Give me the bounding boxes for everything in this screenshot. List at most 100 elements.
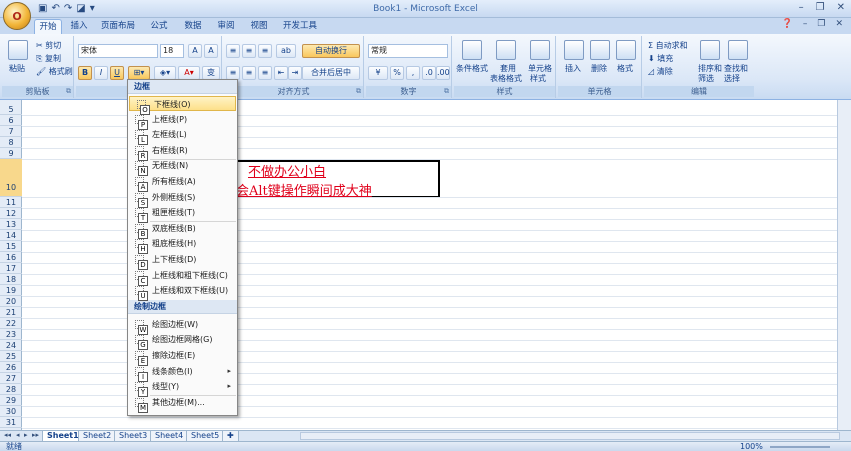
book-restore-icon[interactable]: ❐: [817, 19, 825, 29]
table-format-label2[interactable]: 表格格式: [490, 73, 522, 84]
conditional-format-icon[interactable]: [462, 40, 482, 60]
row-header[interactable]: 18: [0, 274, 22, 285]
shrink-font-button[interactable]: A: [204, 44, 218, 58]
increase-decimal-icon[interactable]: .0: [422, 66, 436, 80]
row-header[interactable]: 27: [0, 373, 22, 384]
underline-button[interactable]: U: [110, 66, 124, 80]
row-header[interactable]: 7: [0, 126, 22, 137]
office-button[interactable]: O: [3, 2, 31, 30]
row-header[interactable]: 8: [0, 137, 22, 148]
minimize-icon[interactable]: –: [799, 2, 804, 13]
tab-formulas[interactable]: 公式: [146, 19, 172, 34]
fill-button[interactable]: ⬇ 填充: [648, 53, 673, 64]
zoom-slider[interactable]: [770, 446, 830, 448]
copy-button[interactable]: ⎘ 复制: [36, 53, 61, 64]
tab-home[interactable]: 开始: [34, 19, 62, 34]
tab-view[interactable]: 视图: [246, 19, 272, 34]
row-header[interactable]: 24: [0, 340, 22, 351]
autosum-button[interactable]: Σ 自动求和: [648, 40, 688, 51]
row-header[interactable]: 11: [0, 197, 22, 208]
align-left-icon[interactable]: ≡: [226, 66, 240, 80]
grow-font-button[interactable]: A: [188, 44, 202, 58]
number-format-select[interactable]: 常规: [368, 44, 448, 58]
menu-item-w[interactable]: W 绘图边框(W): [128, 317, 237, 335]
percent-icon[interactable]: %: [390, 66, 404, 80]
row-header[interactable]: 10: [0, 159, 22, 197]
font-size-select[interactable]: 18: [160, 44, 184, 58]
last-sheet-icon[interactable]: ▸▸: [32, 431, 39, 439]
sort-filter-label2[interactable]: 筛选: [698, 73, 714, 84]
book-close-icon[interactable]: ✕: [835, 19, 843, 29]
row-header[interactable]: 13: [0, 219, 22, 230]
row-header[interactable]: 15: [0, 241, 22, 252]
alignment-dialog-launcher-icon[interactable]: ⧉: [356, 87, 361, 96]
row-header[interactable]: 6: [0, 115, 22, 126]
sort-filter-icon[interactable]: [700, 40, 720, 60]
format-cells-icon[interactable]: [616, 40, 636, 60]
italic-button[interactable]: I: [94, 66, 108, 80]
row-header[interactable]: 29: [0, 395, 22, 406]
cell-styles-icon[interactable]: [530, 40, 550, 60]
bold-button[interactable]: B: [78, 66, 92, 80]
row-header[interactable]: 5: [0, 104, 22, 115]
row-header[interactable]: 19: [0, 285, 22, 296]
row-header[interactable]: 17: [0, 263, 22, 274]
indent-decrease-icon[interactable]: ⇤: [274, 66, 288, 80]
paste-icon[interactable]: [8, 40, 28, 60]
next-sheet-icon[interactable]: ▸: [24, 431, 28, 439]
border-button[interactable]: ⊞▾: [128, 66, 150, 80]
horizontal-scrollbar[interactable]: [300, 432, 840, 440]
phonetic-button[interactable]: 变: [202, 66, 220, 80]
first-sheet-icon[interactable]: ◂◂: [4, 431, 11, 439]
row-header[interactable]: 16: [0, 252, 22, 263]
format-cells-button[interactable]: 格式: [617, 63, 633, 74]
align-middle-icon[interactable]: ≡: [242, 44, 256, 58]
row-header[interactable]: 26: [0, 362, 22, 373]
row-header[interactable]: 21: [0, 307, 22, 318]
tab-insert[interactable]: 插入: [66, 19, 92, 34]
row-header[interactable]: 30: [0, 406, 22, 417]
tab-data[interactable]: 数据: [180, 19, 206, 34]
align-center-icon[interactable]: ≡: [242, 66, 256, 80]
prev-sheet-icon[interactable]: ◂: [16, 431, 20, 439]
align-top-icon[interactable]: ≡: [226, 44, 240, 58]
find-select-label2[interactable]: 选择: [724, 73, 740, 84]
currency-icon[interactable]: ¥: [368, 66, 388, 80]
book-minimize-icon[interactable]: –: [803, 19, 808, 29]
decrease-decimal-icon[interactable]: .00: [436, 66, 450, 80]
indent-increase-icon[interactable]: ⇥: [288, 66, 302, 80]
tab-review[interactable]: 审阅: [213, 19, 239, 34]
row-header[interactable]: 12: [0, 208, 22, 219]
row-header[interactable]: 28: [0, 384, 22, 395]
help-icon[interactable]: ❓: [782, 19, 793, 29]
row-header[interactable]: 25: [0, 351, 22, 362]
clear-button[interactable]: ◿ 清除: [648, 66, 673, 77]
fill-color-button[interactable]: ◈▾: [154, 66, 176, 80]
row-header[interactable]: 14: [0, 230, 22, 241]
align-bottom-icon[interactable]: ≡: [258, 44, 272, 58]
menu-item-o[interactable]: O 下框线(O): [129, 96, 236, 115]
orientation-icon[interactable]: ab: [276, 44, 296, 58]
conditional-format-button[interactable]: 条件格式: [456, 63, 488, 74]
font-family-select[interactable]: 宋体: [78, 44, 158, 58]
dialog-launcher-icon[interactable]: ⧉: [66, 87, 71, 96]
delete-cells-button[interactable]: 删除: [591, 63, 607, 74]
row-header[interactable]: 9: [0, 148, 22, 159]
restore-icon[interactable]: ❐: [816, 2, 825, 13]
font-color-button[interactable]: A▾: [178, 66, 200, 80]
cell-styles-label2[interactable]: 样式: [530, 73, 546, 84]
tab-page-layout[interactable]: 页面布局: [98, 19, 138, 34]
row-header[interactable]: 22: [0, 318, 22, 329]
insert-cells-button[interactable]: 插入: [565, 63, 581, 74]
delete-cells-icon[interactable]: [590, 40, 610, 60]
close-icon[interactable]: ✕: [837, 2, 845, 13]
insert-cells-icon[interactable]: [564, 40, 584, 60]
wrap-text-button[interactable]: 自动换行: [302, 44, 360, 58]
merge-center-button[interactable]: 合并后居中: [302, 66, 360, 80]
paste-button[interactable]: 粘贴: [9, 63, 25, 74]
align-right-icon[interactable]: ≡: [258, 66, 272, 80]
row-header[interactable]: 20: [0, 296, 22, 307]
tab-developer[interactable]: 开发工具: [280, 19, 320, 34]
zoom-level[interactable]: 100%: [740, 442, 763, 451]
row-header[interactable]: 31: [0, 417, 22, 428]
